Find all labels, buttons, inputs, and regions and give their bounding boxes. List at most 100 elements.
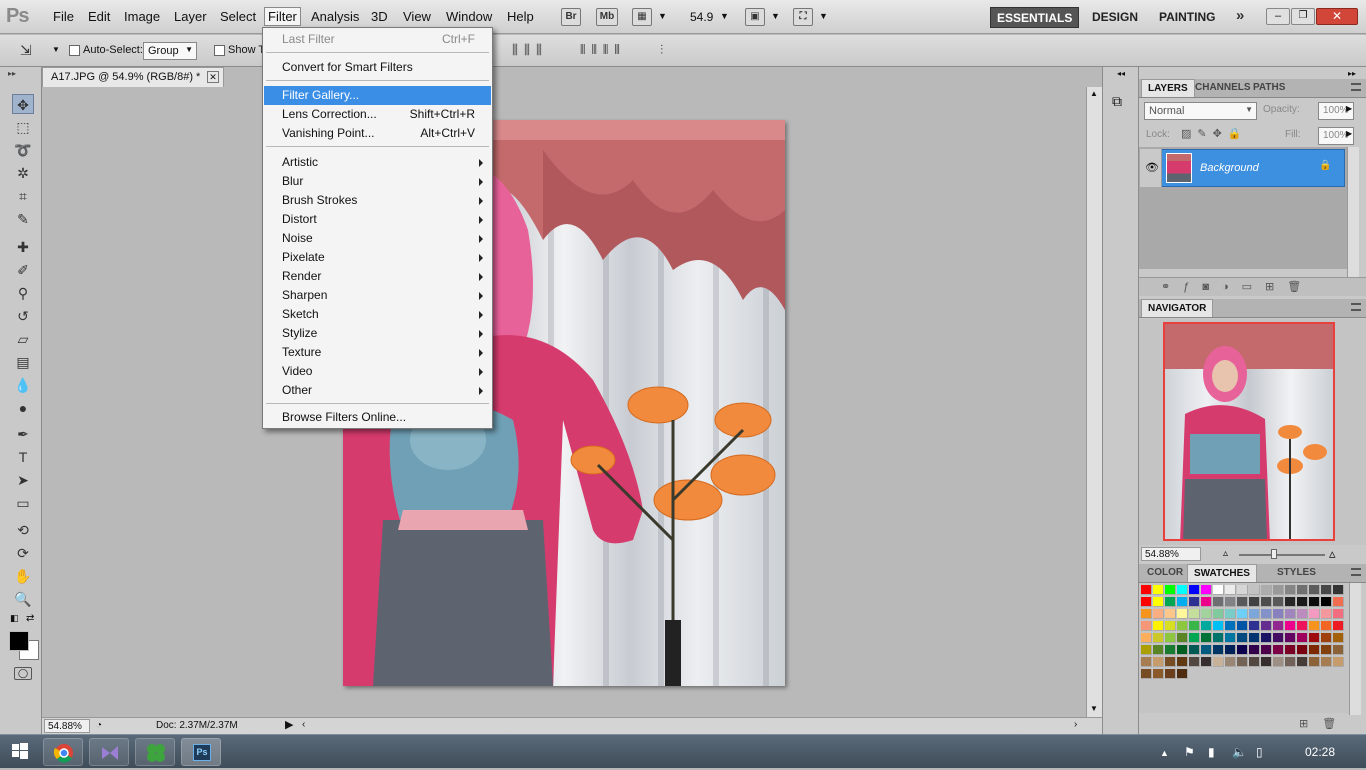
- menu-item-blur[interactable]: Blur: [264, 172, 491, 191]
- color-swatch[interactable]: [1249, 597, 1260, 607]
- color-swatch[interactable]: [1321, 645, 1332, 655]
- color-swatch[interactable]: [1201, 633, 1212, 643]
- color-swatch[interactable]: [1225, 645, 1236, 655]
- scroll-right-icon[interactable]: ›: [1074, 719, 1077, 730]
- color-swatch[interactable]: [1273, 597, 1284, 607]
- swatches-panel-menu-icon[interactable]: [1351, 568, 1361, 576]
- zoom-out-icon[interactable]: ▵: [1223, 548, 1228, 559]
- color-swatch[interactable]: [1141, 645, 1152, 655]
- dodge-tool-icon[interactable]: ●: [12, 398, 34, 418]
- color-swatch[interactable]: [1321, 597, 1332, 607]
- color-swatch[interactable]: [1141, 633, 1152, 643]
- color-swatch[interactable]: [1273, 645, 1284, 655]
- color-swatch[interactable]: [1201, 645, 1212, 655]
- menu-item-video[interactable]: Video: [264, 362, 491, 381]
- status-zoom-field[interactable]: 54.88%: [44, 719, 90, 733]
- color-swatch[interactable]: [1285, 645, 1296, 655]
- color-swatch[interactable]: [1165, 669, 1176, 679]
- color-swatch[interactable]: [1141, 597, 1152, 607]
- color-swatch[interactable]: [1237, 621, 1248, 631]
- color-swatch[interactable]: [1141, 669, 1152, 679]
- color-swatch[interactable]: [1153, 597, 1164, 607]
- color-swatch[interactable]: [1153, 633, 1164, 643]
- color-swatch[interactable]: [1165, 585, 1176, 595]
- menu-item-noise[interactable]: Noise: [264, 229, 491, 248]
- color-swatch[interactable]: [1213, 657, 1224, 667]
- tab-layers[interactable]: LAYERS: [1141, 79, 1195, 97]
- bridge-button[interactable]: Br: [561, 8, 581, 26]
- color-swatch[interactable]: [1309, 633, 1320, 643]
- move-tool-preset-icon[interactable]: ⇲: [20, 42, 32, 59]
- color-swatch[interactable]: [1213, 609, 1224, 619]
- color-swatch[interactable]: [1153, 621, 1164, 631]
- color-swatch[interactable]: [1321, 621, 1332, 631]
- menu-item-stylize[interactable]: Stylize: [264, 324, 491, 343]
- color-swatch[interactable]: [1309, 609, 1320, 619]
- color-swatch[interactable]: [1333, 645, 1344, 655]
- minimize-icon[interactable]: –: [1266, 8, 1290, 25]
- status-info-icon[interactable]: ◔: [96, 720, 102, 731]
- color-swatch[interactable]: [1297, 657, 1308, 667]
- menu-item-other[interactable]: Other: [264, 381, 491, 400]
- zoom-in-icon[interactable]: ▵: [1329, 546, 1336, 562]
- network-icon[interactable]: ▮: [1208, 745, 1215, 759]
- tab-navigator[interactable]: NAVIGATOR: [1141, 299, 1214, 317]
- 3d-rotate-tool-icon[interactable]: ⟲: [12, 520, 34, 540]
- color-swatch[interactable]: [1333, 585, 1344, 595]
- layers-scrollbar[interactable]: [1347, 147, 1359, 277]
- color-swatch[interactable]: [1297, 609, 1308, 619]
- eraser-tool-icon[interactable]: ▱: [12, 329, 34, 349]
- color-swatch[interactable]: [1273, 657, 1284, 667]
- menu-item-last-filter[interactable]: Last Filter Ctrl+F: [264, 30, 491, 49]
- color-swatch[interactable]: [1177, 621, 1188, 631]
- color-swatch[interactable]: [1333, 633, 1344, 643]
- color-swatch[interactable]: [1237, 633, 1248, 643]
- color-swatch[interactable]: [1165, 621, 1176, 631]
- color-swatch[interactable]: [1201, 597, 1212, 607]
- navigator-panel-menu-icon[interactable]: [1351, 303, 1361, 311]
- show-transform-checkbox[interactable]: [214, 45, 225, 56]
- color-swatch[interactable]: [1165, 657, 1176, 667]
- clover-taskbar-icon[interactable]: [135, 738, 175, 766]
- color-swatch[interactable]: [1273, 609, 1284, 619]
- workspace-essentials[interactable]: ESSENTIALS: [990, 7, 1080, 28]
- menu-select[interactable]: Select: [217, 8, 259, 25]
- color-swatch[interactable]: [1141, 585, 1152, 595]
- color-swatch[interactable]: [1225, 633, 1236, 643]
- navigator-zoom-field[interactable]: 54.88%: [1141, 547, 1201, 561]
- color-swatch[interactable]: [1225, 609, 1236, 619]
- color-swatch[interactable]: [1249, 585, 1260, 595]
- menu-item-render[interactable]: Render: [264, 267, 491, 286]
- crop-tool-icon[interactable]: ⌗: [12, 186, 34, 206]
- menu-item-vanishing-point[interactable]: Vanishing Point... Alt+Ctrl+V: [264, 124, 491, 143]
- history-brush-tool-icon[interactable]: ↺: [12, 306, 34, 326]
- navigator-preview[interactable]: [1163, 322, 1335, 541]
- tab-styles[interactable]: STYLES: [1271, 564, 1322, 582]
- navigator-zoom-slider[interactable]: [1239, 554, 1325, 556]
- color-swatch[interactable]: [1321, 633, 1332, 643]
- menu-item-brush-strokes[interactable]: Brush Strokes: [264, 191, 491, 210]
- menu-view[interactable]: View: [400, 8, 434, 25]
- menu-item-texture[interactable]: Texture: [264, 343, 491, 362]
- menu-edit[interactable]: Edit: [85, 8, 113, 25]
- color-swatch[interactable]: [1285, 597, 1296, 607]
- preset-dropdown-icon[interactable]: ▼: [52, 45, 60, 54]
- color-swatch[interactable]: [1189, 597, 1200, 607]
- menu-item-distort[interactable]: Distort: [264, 210, 491, 229]
- color-swatch[interactable]: [1333, 609, 1344, 619]
- color-swatch[interactable]: [1177, 597, 1188, 607]
- tab-paths[interactable]: PATHS: [1247, 79, 1291, 97]
- menu-item-convert-smart-filters[interactable]: Convert for Smart Filters: [264, 58, 491, 77]
- mini-bridge-button[interactable]: Mb: [596, 8, 618, 26]
- color-swatch[interactable]: [1321, 585, 1332, 595]
- type-tool-icon[interactable]: T: [12, 447, 34, 467]
- color-swatch[interactable]: [1333, 621, 1344, 631]
- color-swatch[interactable]: [1237, 597, 1248, 607]
- color-swatch[interactable]: [1237, 645, 1248, 655]
- color-swatch[interactable]: [1213, 621, 1224, 631]
- blend-mode-dropdown[interactable]: Normal ▼: [1144, 102, 1257, 120]
- menu-item-sketch[interactable]: Sketch: [264, 305, 491, 324]
- color-swatch[interactable]: [1261, 597, 1272, 607]
- eye-icon[interactable]: 👁: [1145, 161, 1159, 174]
- color-swatch[interactable]: [1285, 633, 1296, 643]
